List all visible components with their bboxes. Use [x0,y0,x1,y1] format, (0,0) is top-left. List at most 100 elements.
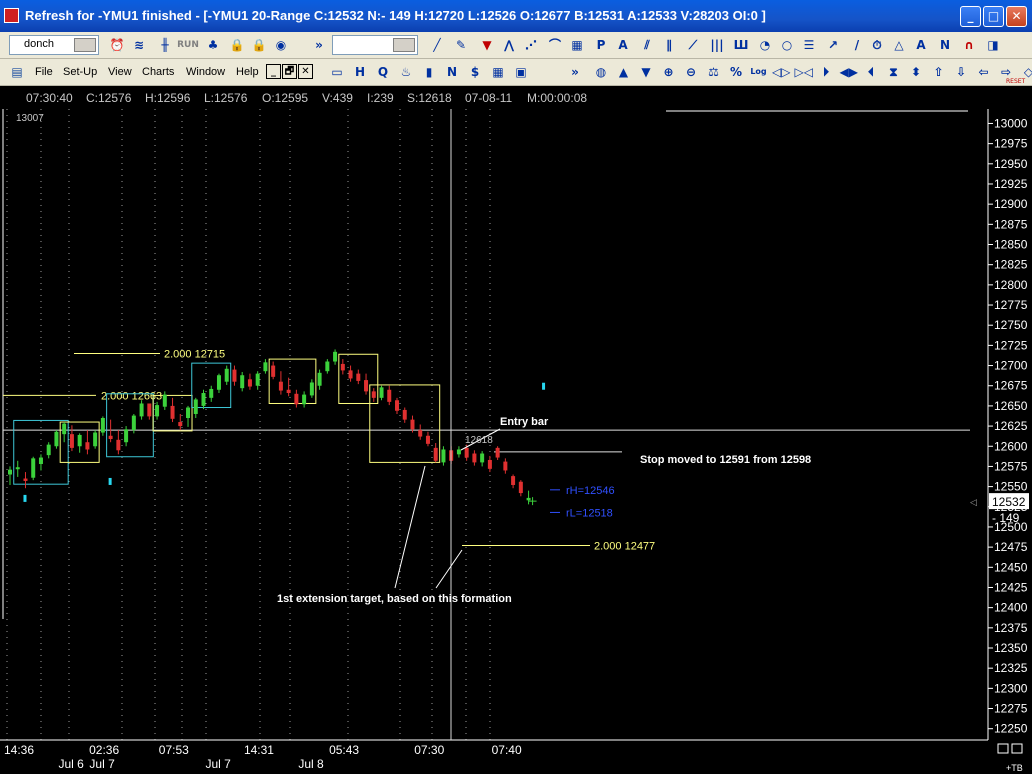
zoom-in-icon[interactable]: ⊕ [660,63,678,81]
wave-icon[interactable]: ≋ [130,36,148,54]
menu-setup[interactable]: Set-Up [63,66,97,78]
grid-icon[interactable]: ▦ [489,63,507,81]
regression-icon[interactable]: ⟋ [684,36,702,54]
maximize-button[interactable]: □ [983,6,1004,27]
candle-body [309,382,314,396]
fib-arc-icon[interactable]: ⌒ [546,36,564,54]
channel-icon[interactable]: ⫽ [638,36,656,54]
candle-body [511,476,516,485]
clock-icon[interactable]: ⏱ [868,36,886,54]
last-price-tag: 12532 [992,495,1026,509]
rh-label: rH=12546 [566,485,615,497]
price-tick-label: 12425 [994,580,1028,594]
a-icon[interactable]: A [614,36,632,54]
text-icon[interactable]: A [912,36,930,54]
minimize-button[interactable]: _ [960,6,981,27]
fib-icon[interactable]: ⋀ [500,36,518,54]
toolbar-overflow-icon[interactable]: » [310,36,328,54]
candle-body [46,444,51,456]
price-tick-label: 12625 [994,419,1028,433]
price-tick-label: 12875 [994,217,1028,231]
price-tick-label: 12400 [994,601,1028,615]
bar-chart-icon[interactable]: ▮ [420,63,438,81]
n-icon[interactable]: N [936,36,954,54]
pencil-icon[interactable]: ✎ [452,36,470,54]
combo-arrow-icon[interactable] [74,38,96,52]
zoom-out-icon[interactable]: ⊖ [682,63,700,81]
tree-icon[interactable]: ♣ [204,36,222,54]
mdi-minimize-button[interactable]: _ [266,64,281,79]
circle-icon[interactable]: ○ [778,36,796,54]
candle-body [108,435,113,439]
compress-icon[interactable]: ▷◁ [795,63,813,81]
p-icon[interactable]: P [592,36,610,54]
dollar-icon[interactable]: $ [466,63,484,81]
price-chart[interactable]: 13000 12975 12950 12925 12900 12875 12850 12825… [0,109,1032,774]
alarm-clock-icon[interactable]: ⏰ [108,36,126,54]
arrow-down-icon[interactable]: ▼ [478,36,496,54]
picture-icon[interactable]: ▣ [512,63,530,81]
fire-icon[interactable]: ♨ [397,63,415,81]
hourglass-icon[interactable]: ⧗ [885,63,903,81]
expand-icon[interactable]: ◁▷ [772,63,790,81]
grid-icon[interactable]: ▦ [568,36,586,54]
menu-charts[interactable]: Charts [142,66,174,78]
trend-line-icon[interactable]: ╱ [428,36,446,54]
target-note: 1st extension target, based on this form… [277,593,512,605]
candle-body [480,453,485,463]
template-combo[interactable]: donch [9,35,99,55]
updown-icon[interactable]: ⬍ [907,63,925,81]
scroll-both-icon[interactable]: ◀▶ [840,63,858,81]
n-icon[interactable]: N [443,63,461,81]
layout-icon[interactable]: ▭ [328,63,346,81]
app-menu-icon[interactable]: ▤ [8,63,26,81]
line-icon[interactable]: / [848,36,866,54]
ball-icon[interactable]: ◉ [272,36,290,54]
candlestick-icon[interactable]: ╫ [156,36,174,54]
log-icon[interactable]: Log [750,63,768,81]
stop-note: Stop moved to 12591 from 12598 [640,454,811,466]
fib-lines-icon[interactable]: ☰ [800,36,818,54]
arrow-down-icon[interactable]: ⇩ [952,63,970,81]
gann-icon[interactable]: Ш [732,36,750,54]
fib-fan-icon[interactable]: ⋰ [522,36,540,54]
toolbar2-overflow-icon[interactable]: » [566,63,584,81]
parallel-icon[interactable]: ∥ [660,36,678,54]
ray-icon[interactable]: ↗ [824,36,842,54]
arrow-left-icon[interactable]: ⇦ [975,63,993,81]
menu-window[interactable]: Window [186,66,225,78]
triangle-down-icon[interactable]: ▼ [637,63,655,81]
cycle-icon[interactable]: ◔ [756,36,774,54]
price-tick-label: 12750 [994,318,1028,332]
menu-view[interactable]: View [108,66,132,78]
time-tick-label: 07:53 [159,743,189,757]
scale-icon[interactable]: ⚖ [705,63,723,81]
lock-icon[interactable]: 🔒 [228,36,246,54]
arrow-up-icon[interactable]: ⇧ [930,63,948,81]
status-high: H:12596 [145,91,191,105]
h-icon[interactable]: H [351,63,369,81]
menu-file[interactable]: File [35,66,53,78]
lock-icon[interactable]: 🔒 [250,36,268,54]
combo-arrow-icon[interactable] [393,38,415,52]
candle-body [379,387,384,398]
mdi-close-button[interactable]: ✕ [298,64,313,79]
magnet-icon[interactable]: ∩ [960,36,978,54]
candle-body [495,447,500,458]
candle-body [116,439,121,451]
scroll-right-icon[interactable]: ⏵ [817,63,835,81]
triangle-up-icon[interactable]: ▲ [615,63,633,81]
menu-help[interactable]: Help [236,66,259,78]
q-icon[interactable]: Q [374,63,392,81]
percent-icon[interactable]: % [727,63,745,81]
study-combo[interactable] [332,35,418,55]
mdi-restore-button[interactable]: 🗗 [282,64,297,79]
run-icon[interactable]: RUN [176,36,200,54]
close-button[interactable]: ✕ [1006,6,1027,27]
candle-body [278,381,283,391]
scroll-left-icon[interactable]: ⏴ [862,63,880,81]
globe-icon[interactable]: ◍ [592,63,610,81]
bars-icon[interactable]: ||| [708,36,726,54]
more-icon[interactable]: ◨ [984,36,1002,54]
triangle-icon[interactable]: △ [890,36,908,54]
